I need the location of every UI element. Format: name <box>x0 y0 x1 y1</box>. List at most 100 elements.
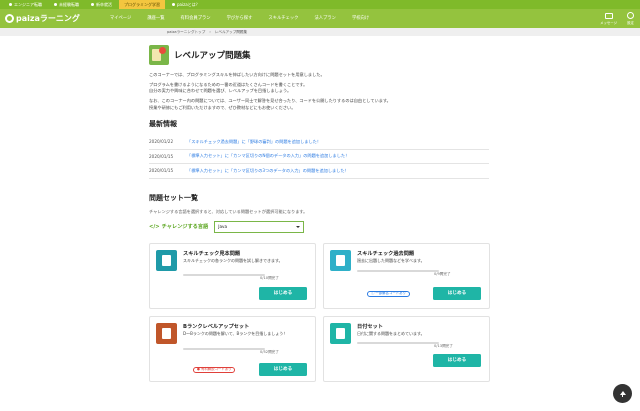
answer-code-badge: ⓘ 一部解答コードあり <box>367 290 410 297</box>
global-topbar: エンジニア転職 未経験転職 新卒就活 プログラミング学習 paizaとは？ <box>0 0 640 9</box>
messages-button[interactable]: メッセージ <box>600 12 617 25</box>
news-list: 2020/01/22 「スキルチェック過去問題」に「野球の審判」の問題を追加しま… <box>149 135 489 179</box>
nav-item-courses[interactable]: 講座一覧 <box>139 9 172 28</box>
chevron-down-icon <box>296 225 301 228</box>
header-actions: メッセージ 設定 <box>600 9 634 28</box>
card-description: スキルチェックの各ランクの問題を試し解きできます。 <box>183 257 283 263</box>
page-header: レベルアップ問題集 <box>149 44 489 66</box>
intro-paragraph: プログラムを書けるようになるための一番の近道はたくさんコードを書くことです。 自分… <box>149 82 489 95</box>
badge-text: 有料解説コードあり <box>200 367 232 372</box>
start-button[interactable]: はじめる <box>259 362 307 376</box>
news-section-title: 最新情報 <box>149 120 177 129</box>
topbar-item-about-paiza[interactable]: paizaとは？ <box>167 0 205 9</box>
progress-text: 0/10問完了 <box>260 275 279 280</box>
card-title[interactable]: 日付セット <box>357 323 383 330</box>
topbar-item-label: 新卒就活 <box>96 1 112 7</box>
intro-paragraph: このコーナーでは、プログラミングスキルを伸ばしたい方向けに問題セットを用意しまし… <box>149 72 489 78</box>
start-button[interactable]: はじめる <box>433 353 481 367</box>
topbar-item-programming-learning[interactable]: プログラミング学習 <box>119 0 165 9</box>
news-item: 2020/01/15 「標準入力セット」に「カンマ区切りのN個のデータの入力」の… <box>149 150 489 165</box>
topbar-item-inexperienced-career[interactable]: 未経験転職 <box>49 0 84 9</box>
language-select-value: Java <box>218 224 228 230</box>
language-label-text: チャレンジする言語 <box>161 224 209 231</box>
main-content: レベルアップ問題集 このコーナーでは、プログラミングスキルを伸ばしたい方向けに問… <box>149 44 490 382</box>
news-item: 2020/01/15 「標準入力セット」に「カンマ区切りの3つのデータの入力」の… <box>149 164 489 179</box>
nav-item-skill-check[interactable]: スキルチェック <box>260 9 306 28</box>
scroll-to-top-button[interactable] <box>613 384 632 403</box>
card-description: 過去に出題した問題などを学べます。 <box>357 257 425 263</box>
lock-icon: ● <box>197 367 200 372</box>
progress-bar <box>357 341 439 345</box>
circle-icon <box>91 3 94 6</box>
site-header: paizaラーニング マイページ 講座一覧 有料会員プラン 学びから探す スキル… <box>0 9 640 28</box>
breadcrumb-item-current: レベルアップ問題集 <box>214 29 248 34</box>
problem-set-card: 日付セット 日付に関する問題をまとめています。 0/13問完了 はじめる <box>323 315 490 382</box>
document-icon <box>156 249 177 271</box>
site-logo[interactable]: paizaラーニング <box>5 13 80 24</box>
document-icon <box>330 249 351 271</box>
progress-text: 0/52問完了 <box>260 349 279 354</box>
logo-text: paizaラーニング <box>16 14 80 23</box>
calendar-icon <box>330 322 351 344</box>
intro-paragraph: なお、このコーナー内の問題については、ユーザー同士で解答を見せ合ったり、コードを… <box>149 98 489 111</box>
topbar-item-new-graduate[interactable]: 新卒就活 <box>86 0 117 9</box>
progress-text: 0/9問完了 <box>434 271 451 276</box>
nav-item-paid-plan[interactable]: 有料会員プラン <box>173 9 219 28</box>
progress-text: 0/13問完了 <box>434 343 453 348</box>
intro-text: このコーナーでは、プログラミングスキルを伸ばしたい方向けに問題セットを用意しまし… <box>149 72 489 111</box>
page-title: レベルアップ問題集 <box>174 51 251 61</box>
circle-icon <box>54 3 57 6</box>
progress-bar <box>183 347 265 351</box>
news-date: 2020/01/22 <box>149 139 174 145</box>
card-title[interactable]: スキルチェック見本問題 <box>183 250 240 257</box>
main-nav: マイページ 講座一覧 有料会員プラン 学びから探す スキルチェック 法人プラン … <box>102 9 377 28</box>
breadcrumb-separator: › <box>209 30 211 34</box>
news-link[interactable]: 「標準入力セット」に「カンマ区切りのN個のデータの入力」の問題を追加しました！ <box>187 153 349 159</box>
problem-set-card: スキルチェック過去問題 過去に出題した問題などを学べます。 0/9問完了 ⓘ 一部… <box>323 242 490 309</box>
progress-bar <box>183 273 265 277</box>
intro-line: なお、このコーナー内の問題については、ユーザー同士で解答を見せ合ったり、コードを… <box>149 98 391 104</box>
settings-button[interactable]: 設定 <box>627 12 634 25</box>
card-description: D〜Bランクの問題を解いて、Bランクを目指しましょう！ <box>183 330 288 336</box>
card-title[interactable]: スキルチェック過去問題 <box>357 250 414 257</box>
news-link[interactable]: 「スキルチェック過去問題」に「野球の審判」の問題を追加しました！ <box>187 139 321 145</box>
arrow-stem <box>621 393 624 397</box>
intro-line: プログラムを書けるようになるための一番の近道はたくさんコードを書くことです。 <box>149 81 308 87</box>
language-label: </> チャレンジする言語 <box>149 223 209 231</box>
breadcrumb-item-top[interactable]: paizaラーニングトップ <box>167 30 205 35</box>
nav-item-find-by-topic[interactable]: 学びから探す <box>219 9 261 28</box>
nav-item-corporate-plan[interactable]: 法人プラン <box>306 9 343 28</box>
code-icon: </> <box>149 223 160 230</box>
start-button[interactable]: はじめる <box>433 286 481 300</box>
topbar-item-label: エンジニア転職 <box>14 1 42 7</box>
topbar-item-engineer-career[interactable]: エンジニア転職 <box>4 0 47 9</box>
news-link[interactable]: 「標準入力セット」に「カンマ区切りの3つのデータの入力」の問題を追加しました！ <box>187 168 349 174</box>
level-up-book-icon <box>149 45 169 65</box>
news-date: 2020/01/15 <box>149 168 174 174</box>
breadcrumb: paizaラーニングトップ › レベルアップ問題集 <box>0 28 640 36</box>
intro-line: 自分の実力や興味に合わせて問題を選び、レベルアップを目指しましょう。 <box>149 88 292 94</box>
gear-icon <box>627 12 634 19</box>
language-select[interactable]: Java <box>214 220 305 233</box>
news-date: 2020/01/15 <box>149 153 174 159</box>
language-selector-row: </> チャレンジする言語 Java <box>149 220 489 234</box>
card-title[interactable]: Bランクレベルアップセット <box>183 323 249 330</box>
envelope-icon <box>604 12 613 19</box>
topbar-item-label: プログラミング学習 <box>124 1 160 7</box>
badge-text: 一部解答コードあり <box>375 291 406 296</box>
card-description: 日付に関する問題をまとめています。 <box>357 330 425 336</box>
start-button[interactable]: はじめる <box>259 286 307 300</box>
problem-set-card: スキルチェック見本問題 スキルチェックの各ランクの問題を試し解きできます。 0/… <box>149 242 316 309</box>
circle-icon <box>9 3 12 6</box>
nav-item-mypage[interactable]: マイページ <box>102 9 139 28</box>
paiza-logo-icon <box>5 14 14 23</box>
nav-item-schools[interactable]: 学校向け <box>344 9 377 28</box>
sets-section-title: 問題セット一覧 <box>149 193 198 202</box>
document-icon <box>156 322 177 344</box>
topbar-item-label: 未経験転職 <box>59 1 79 7</box>
problem-set-grid: スキルチェック見本問題 スキルチェックの各ランクの問題を試し解きできます。 0/… <box>149 242 490 382</box>
intro-line: このコーナーでは、プログラミングスキルを伸ばしたい方向けに問題セットを用意しまし… <box>149 72 325 77</box>
settings-label: 設定 <box>627 21 634 25</box>
topbar-item-label: paizaとは？ <box>177 1 200 7</box>
intro-line: 授業や研修にもご利用いただけますので、ぜひ教材などにもお使いください。 <box>149 104 296 110</box>
